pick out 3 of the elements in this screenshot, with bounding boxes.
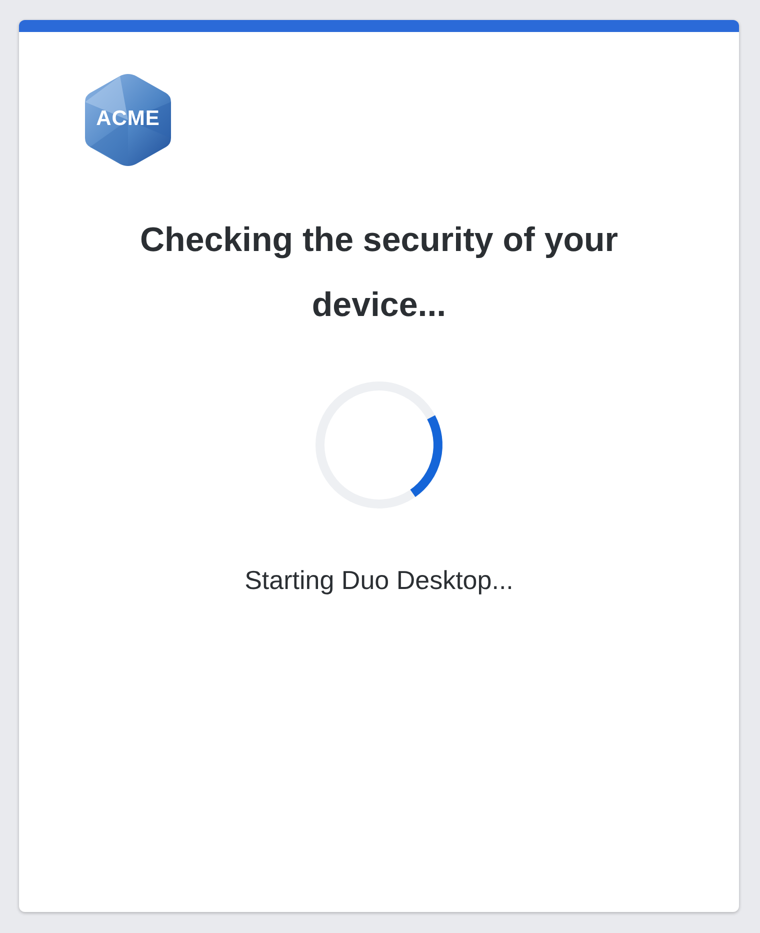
status-message: Starting Duo Desktop... [244,565,514,596]
page-heading: Checking the security of your device... [139,220,619,326]
company-logo: ACME [83,72,173,168]
